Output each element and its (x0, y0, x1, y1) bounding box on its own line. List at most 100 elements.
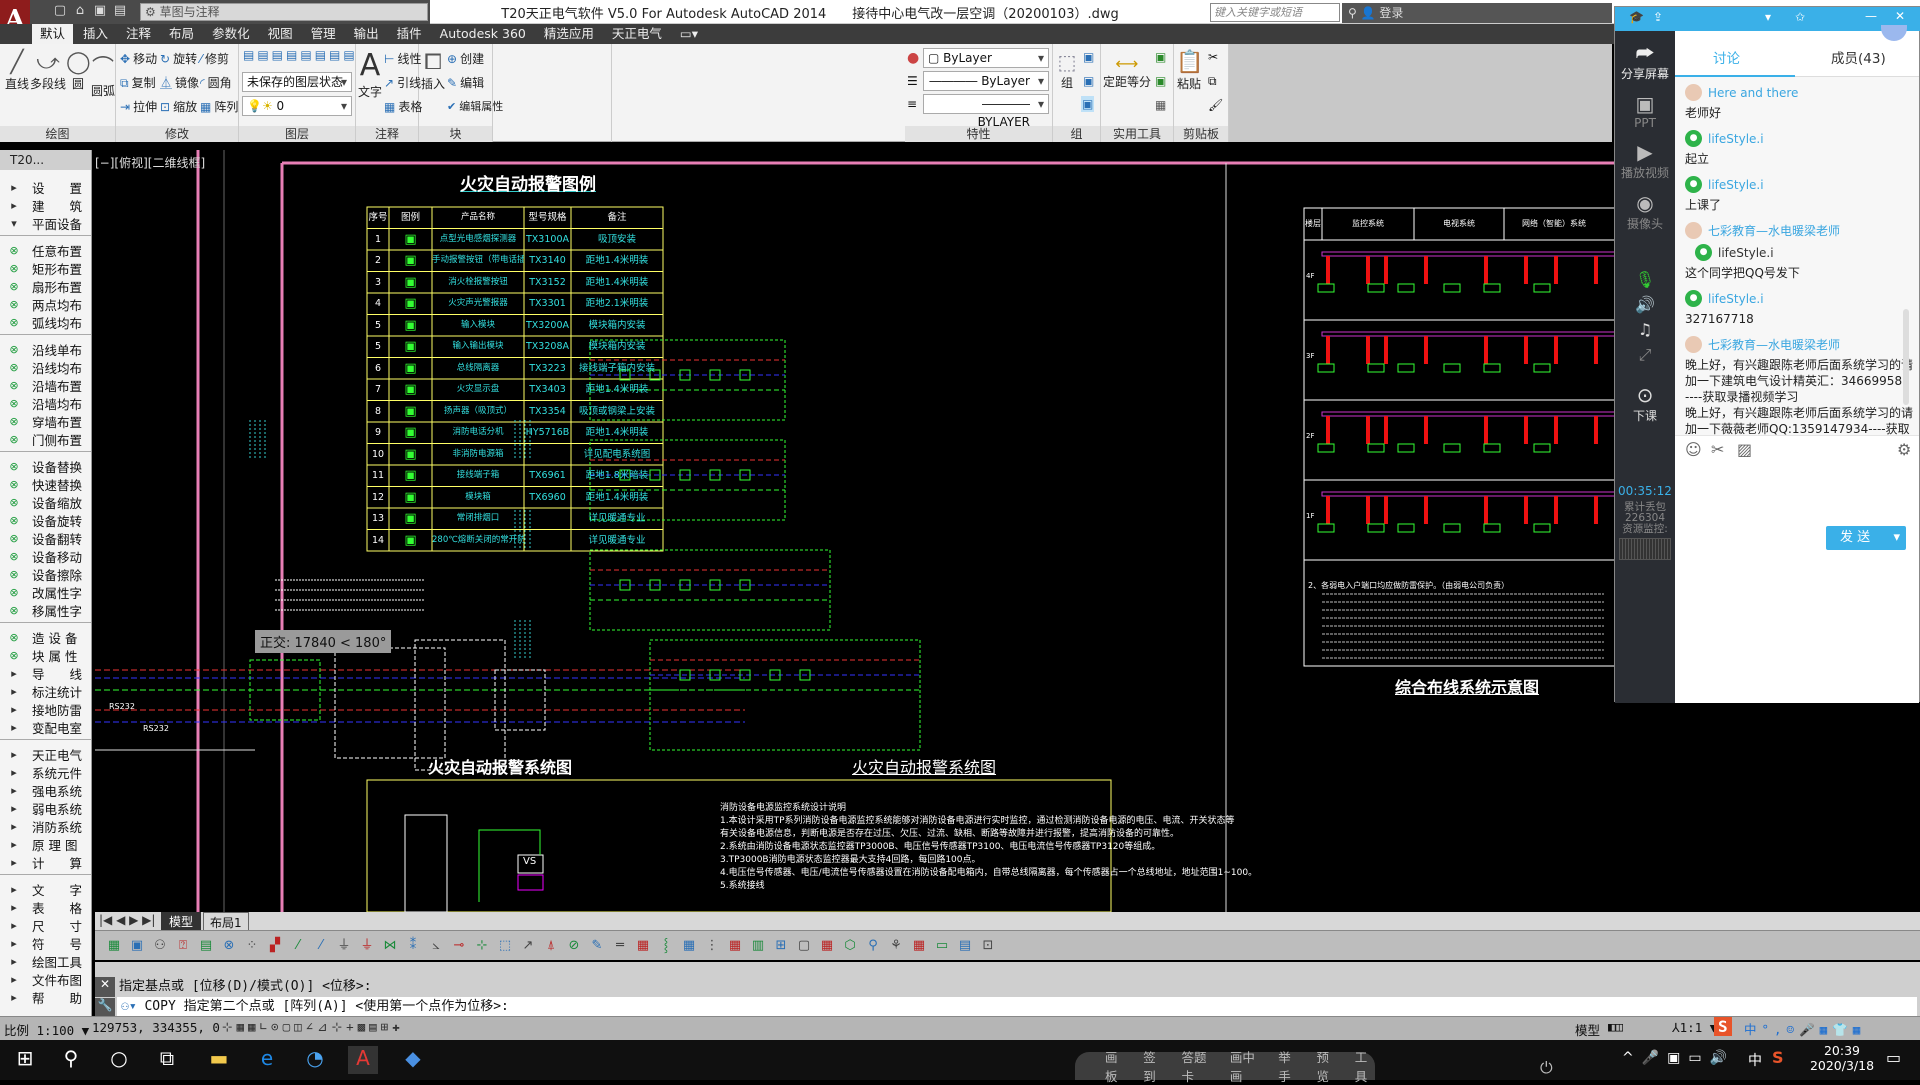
ribbon-tab[interactable]: 注释 (118, 24, 159, 44)
palette-item[interactable]: ⊗ 快速替换 (0, 475, 91, 493)
tianzheng-tool-icon[interactable]: ⚘ (887, 937, 905, 955)
tianzheng-tool-icon[interactable]: ⊡ (979, 937, 997, 955)
save-icon[interactable]: ▣ (92, 3, 108, 19)
send-options-icon[interactable]: ▾ (1893, 526, 1900, 550)
save-as-icon[interactable]: ▤ (112, 3, 128, 19)
notification-icon[interactable]: ▭ (1886, 1048, 1901, 1067)
message-author[interactable]: 七彩教育—水电暖梁老师 (1685, 222, 1913, 239)
group-edit-icon[interactable]: ▣ (1083, 74, 1094, 88)
tianzheng-tool-icon[interactable]: ▤ (956, 937, 974, 955)
windows-start-icon[interactable]: ⊞ (10, 1046, 40, 1074)
binoculars-icon[interactable]: ⚲ (1348, 6, 1357, 20)
class-tool-button[interactable]: 画板 (1105, 1047, 1125, 1085)
tianzheng-tool-icon[interactable]: ⚇ (151, 937, 169, 955)
file-explorer-icon[interactable]: ▬ (204, 1046, 234, 1074)
scale-dropdown[interactable]: 比例 1:100 ▼ (4, 1020, 89, 1039)
tab-nav-arrows[interactable]: |◀ ◀ ▶ ▶| (99, 913, 155, 927)
select-all-icon[interactable]: ▣ (1155, 74, 1166, 88)
emoji-icon[interactable]: ☺ (1685, 440, 1702, 459)
sogou-ime-icon[interactable]: S (1714, 1017, 1732, 1036)
palette-item[interactable]: ▸ 导 线 (0, 664, 91, 682)
ribbon-tab[interactable]: 默认 (32, 24, 74, 44)
command-input[interactable]: ⚇▾ COPY 指定第二个点或 [阵列(A)] <使用第一个点作为位移>: (117, 997, 1917, 1016)
tianzheng-tool-icon[interactable]: ⸾ (657, 937, 675, 955)
tianzheng-tool-icon[interactable]: ⍋ (542, 937, 560, 955)
annotation-panel-label[interactable]: 注释 (356, 126, 418, 142)
open-icon[interactable]: ⌂ (72, 3, 88, 19)
close-icon[interactable]: ✕ (95, 977, 115, 997)
tianzheng-tool-icon[interactable]: ⊹ (473, 937, 491, 955)
tianzheng-tool-icon[interactable]: ⊗ (220, 937, 238, 955)
palette-item[interactable]: ⊗ 块 属 性 (0, 646, 91, 664)
tianzheng-tool-icon[interactable]: ▦ (634, 937, 652, 955)
tianzheng-tool-icon[interactable]: ✎ (588, 937, 606, 955)
tianzheng-tool-icon[interactable]: ▭ (933, 937, 951, 955)
power-icon[interactable]: ⏻ (1540, 1058, 1553, 1078)
class-tool-button[interactable]: 工具 (1355, 1047, 1375, 1085)
tianzheng-tool-icon[interactable]: ⦣ (427, 937, 445, 955)
share-icon[interactable]: ⇪ (1653, 10, 1663, 24)
color-dropdown[interactable]: ▢ ByLayer (923, 48, 1049, 68)
arc-tool[interactable]: ⌒ 圆弧 (90, 50, 116, 99)
ribbon-tab[interactable]: 布局 (161, 24, 202, 44)
music-icon[interactable]: ♫ (1615, 320, 1675, 339)
ribbon-tab[interactable]: Autodesk 360 (432, 24, 534, 44)
tianzheng-tool-icon[interactable]: ▢ (795, 937, 813, 955)
tianzheng-tool-icon[interactable]: ⏚ (358, 937, 376, 955)
layer-tools-icons[interactable]: ▤▤▤▤▤▤▤▤ (243, 48, 358, 62)
palette-item[interactable]: ⊗ 沿墙布置 (0, 376, 91, 394)
ribbon-tab[interactable]: 视图 (260, 24, 301, 44)
polyline-tool[interactable]: ⤻ 多段线 (30, 50, 66, 92)
layers-panel-label[interactable]: 图层 (239, 126, 355, 142)
tianzheng-tool-icon[interactable]: ▦ (726, 937, 744, 955)
fillet-tool[interactable]: ◜ 圆角 (200, 74, 232, 91)
palette-item[interactable]: ⊗ 设备移动 (0, 547, 91, 565)
annotation-scale[interactable]: ⅄1:1 ▼ (1672, 1020, 1717, 1035)
tianzheng-tool-icon[interactable]: ⁑ (404, 937, 422, 955)
minimize-icon[interactable]: — (1865, 9, 1877, 23)
rotate-tool[interactable]: ↻ 旋转 (160, 50, 197, 67)
tianzheng-tool-icon[interactable]: ⬡ (841, 937, 859, 955)
line-tool[interactable]: ╱ 直线 (4, 50, 30, 92)
classroom-app-icon[interactable]: ◆ (398, 1046, 428, 1074)
palette-item[interactable]: ⊗ 沿线均布 (0, 358, 91, 376)
ribbon-tab[interactable]: 天正电气 (604, 24, 670, 44)
group-select-icon[interactable]: ▣ (1081, 96, 1095, 112)
palette-item[interactable]: ▸ 标注统计 (0, 682, 91, 700)
tianzheng-tool-icon[interactable]: ⁄ (312, 937, 330, 955)
calculator-icon[interactable]: ▦ (1155, 98, 1166, 112)
layout-view-icons[interactable]: ◧◫ (1608, 1019, 1623, 1034)
message-author[interactable]: Here and there (1685, 84, 1913, 101)
palette-item[interactable]: ▸ 天正电气 (0, 745, 91, 763)
scissors-icon[interactable]: ✂ (1711, 440, 1724, 459)
palette-item[interactable]: ⊗ 沿墙均布 (0, 394, 91, 412)
palette-item[interactable]: ▸ 文 字 (0, 880, 91, 898)
play-video-button[interactable]: ▶ 播放视频 (1615, 140, 1675, 181)
ribbon-tab[interactable]: 插入 (75, 24, 116, 44)
ribbon-tab[interactable]: 参数化 (204, 24, 258, 44)
tianzheng-tool-icon[interactable]: ▦ (818, 937, 836, 955)
tianzheng-tool-icon[interactable]: ▤ (197, 937, 215, 955)
ribbon-tab[interactable]: 精选应用 (536, 24, 602, 44)
cortana-icon[interactable]: ○ (104, 1046, 134, 1074)
tianzheng-tool-icon[interactable]: ▥ (749, 937, 767, 955)
modify-panel-label[interactable]: 修改 (116, 126, 238, 142)
trim-tool[interactable]: ⁄ 修剪 (200, 50, 229, 67)
measure-tool[interactable]: ⟷ 定距等分 (1103, 54, 1151, 90)
tianzheng-tool-icon[interactable]: ⊘ (565, 937, 583, 955)
task-view-icon[interactable]: ⧉ (152, 1046, 182, 1074)
ppt-button[interactable]: ▣ PPT (1615, 92, 1675, 130)
copy-clip-icon[interactable]: ⧉ (1208, 74, 1217, 89)
palette-item[interactable]: ▾ 平面设备 (0, 214, 91, 232)
message-author[interactable]: ● lifeStyle.i (1685, 176, 1913, 193)
message-author[interactable]: 七彩教育—水电暖梁老师 (1685, 336, 1913, 353)
ribbon-tab[interactable]: 管理 (303, 24, 344, 44)
graduation-cap-icon[interactable]: 🎓 (1629, 10, 1644, 24)
table-tool[interactable]: ▦ 表格 (384, 98, 422, 115)
palette-item[interactable]: ⊗ 两点均布 (0, 295, 91, 313)
tianzheng-tool-icon[interactable]: ▞ (266, 937, 284, 955)
linear-dim-tool[interactable]: ⊢ 线性 (384, 50, 421, 67)
ungroup-icon[interactable]: ▣ (1083, 50, 1094, 64)
palette-item[interactable]: ▸ 原 理 图 (0, 835, 91, 853)
tianzheng-tool-icon[interactable]: ⏚ (335, 937, 353, 955)
